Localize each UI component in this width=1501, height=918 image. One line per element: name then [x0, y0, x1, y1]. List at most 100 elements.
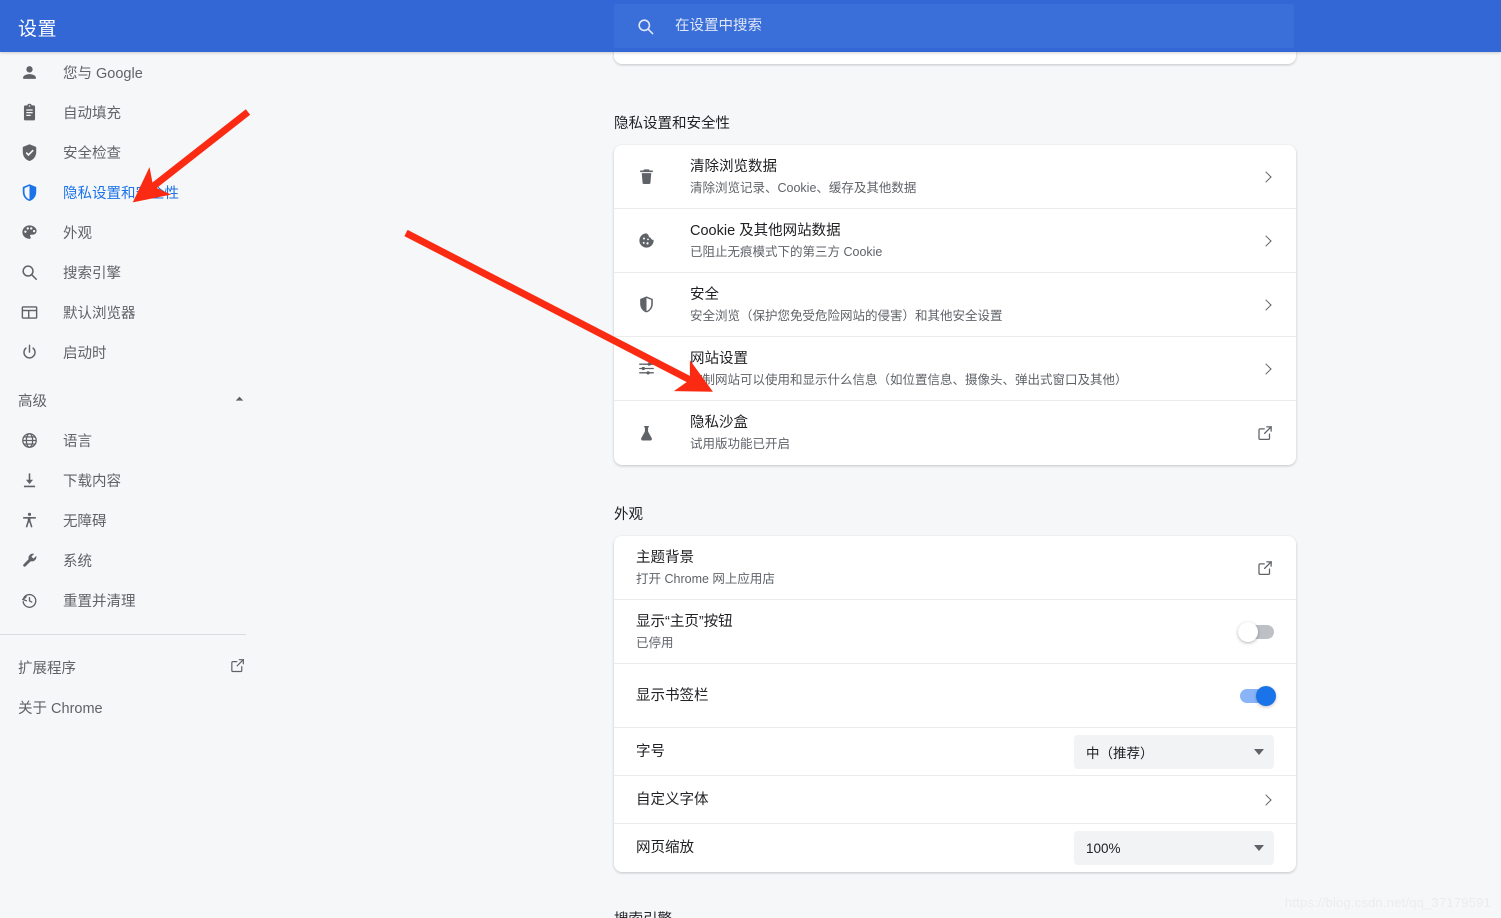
sidebar-item-label: 语言: [63, 430, 92, 451]
sidebar-item-label: 隐私设置和安全性: [63, 182, 179, 203]
palette-icon: [18, 221, 40, 243]
main-content: 隐私设置和安全性 清除浏览数据 清除浏览记录、Cookie、缓存及其他数据 Co…: [288, 52, 1501, 918]
row-text: Cookie 及其他网站数据 已阻止无痕模式下的第三方 Cookie: [690, 221, 1262, 261]
row-subtitle: 已停用: [636, 634, 1240, 652]
trash-icon: [634, 165, 658, 189]
row-title: 字号: [636, 744, 665, 760]
sidebar-item-label: 系统: [63, 550, 92, 571]
row-text: 主题背景 打开 Chrome 网上应用店: [634, 548, 1256, 588]
sidebar-item-you-and-google[interactable]: 您与 Google: [0, 52, 288, 92]
row-text: 隐私沙盒 试用版功能已开启: [690, 413, 1256, 453]
chevron-right-icon[interactable]: [1262, 173, 1274, 181]
chevron-right-icon[interactable]: [1262, 301, 1274, 309]
row-font-size[interactable]: 字号 中（推荐）: [614, 728, 1296, 776]
sidebar-item-privacy-and-security[interactable]: 隐私设置和安全性: [0, 172, 288, 212]
external-link-icon[interactable]: [229, 657, 246, 678]
row-site-settings[interactable]: 网站设置 控制网站可以使用和显示什么信息（如位置信息、摄像头、弹出式窗口及其他）: [614, 337, 1296, 401]
search-settings-box[interactable]: [614, 4, 1294, 48]
flask-icon: [634, 421, 658, 445]
row-customize-fonts[interactable]: 自定义字体: [614, 776, 1296, 824]
chevron-right-icon[interactable]: [1262, 365, 1274, 373]
row-theme[interactable]: 主题背景 打开 Chrome 网上应用店: [614, 536, 1296, 600]
toggle-show-home-button[interactable]: [1240, 625, 1274, 639]
external-link-icon[interactable]: [1256, 424, 1274, 442]
top-app-bar: 设置: [0, 0, 1501, 52]
chevron-right-icon[interactable]: [1262, 237, 1274, 245]
search-icon: [636, 17, 655, 36]
toggle-show-bookmarks-bar[interactable]: [1240, 689, 1274, 703]
shield-icon: [634, 293, 658, 317]
row-clear-browsing-data[interactable]: 清除浏览数据 清除浏览记录、Cookie、缓存及其他数据: [614, 145, 1296, 209]
chevron-up-icon: [233, 392, 246, 409]
watermark: https://blog.csdn.net/qq_37179591: [1285, 895, 1491, 910]
globe-icon: [18, 429, 40, 451]
sidebar-advanced-toggle[interactable]: 高级: [0, 380, 288, 420]
search-input[interactable]: [675, 18, 1294, 34]
sidebar-item-accessibility[interactable]: 无障碍: [0, 500, 288, 540]
accessibility-icon: [18, 509, 40, 531]
sidebar-item-languages[interactable]: 语言: [0, 420, 288, 460]
dropdown-font-size[interactable]: 中（推荐）: [1074, 735, 1274, 769]
sidebar-item-appearance[interactable]: 外观: [0, 212, 288, 252]
section-title-privacy: 隐私设置和安全性: [614, 112, 1501, 133]
row-title: 网站设置: [690, 351, 748, 367]
row-title: 清除浏览数据: [690, 159, 777, 175]
chevron-down-icon: [1254, 845, 1264, 851]
row-show-home-button[interactable]: 显示“主页”按钮 已停用: [614, 600, 1296, 664]
chevron-right-icon[interactable]: [1262, 796, 1274, 804]
row-text: 显示“主页”按钮 已停用: [634, 612, 1240, 652]
row-text: 自定义字体: [634, 790, 1262, 810]
sidebar-item-autofill[interactable]: 自动填充: [0, 92, 288, 132]
appearance-card: 主题背景 打开 Chrome 网上应用店 显示“主页”按钮 已停用: [614, 536, 1296, 872]
sidebar-advanced-label: 高级: [18, 390, 233, 411]
row-title: 主题背景: [636, 550, 694, 566]
external-link-icon[interactable]: [1256, 559, 1274, 577]
sidebar-item-label: 重置并清理: [63, 590, 136, 611]
sidebar-item-label: 搜索引擎: [63, 262, 121, 283]
search-icon: [18, 261, 40, 283]
row-show-bookmarks-bar[interactable]: 显示书签栏: [614, 664, 1296, 728]
row-title: 隐私沙盒: [690, 415, 748, 431]
wrench-icon: [18, 549, 40, 571]
sidebar-item-system[interactable]: 系统: [0, 540, 288, 580]
row-title: 网页缩放: [636, 840, 694, 856]
sidebar-item-label: 您与 Google: [63, 62, 143, 83]
row-subtitle: 打开 Chrome 网上应用店: [636, 570, 1256, 588]
row-title: Cookie 及其他网站数据: [690, 223, 841, 239]
cookie-icon: [634, 229, 658, 253]
row-security[interactable]: 安全 安全浏览（保护您免受危险网站的侵害）和其他安全设置: [614, 273, 1296, 337]
row-title: 显示“主页”按钮: [636, 614, 733, 630]
sidebar-item-label: 外观: [63, 222, 92, 243]
row-privacy-sandbox[interactable]: 隐私沙盒 试用版功能已开启: [614, 401, 1296, 465]
row-cookies-and-site-data[interactable]: Cookie 及其他网站数据 已阻止无痕模式下的第三方 Cookie: [614, 209, 1296, 273]
sidebar-item-downloads[interactable]: 下载内容: [0, 460, 288, 500]
sidebar-item-about-chrome[interactable]: 关于 Chrome: [0, 687, 288, 727]
row-text: 显示书签栏: [634, 686, 1240, 706]
row-page-zoom[interactable]: 网页缩放 100%: [614, 824, 1296, 872]
sidebar-item-label: 无障碍: [63, 510, 107, 531]
row-title: 自定义字体: [636, 792, 709, 808]
row-subtitle: 控制网站可以使用和显示什么信息（如位置信息、摄像头、弹出式窗口及其他）: [690, 371, 1262, 389]
row-text: 清除浏览数据 清除浏览记录、Cookie、缓存及其他数据: [690, 157, 1262, 197]
privacy-settings-card: 清除浏览数据 清除浏览记录、Cookie、缓存及其他数据 Cookie 及其他网…: [614, 145, 1296, 465]
row-text: 网站设置 控制网站可以使用和显示什么信息（如位置信息、摄像头、弹出式窗口及其他）: [690, 349, 1262, 389]
sidebar-item-extensions[interactable]: 扩展程序: [0, 647, 288, 687]
dropdown-page-zoom[interactable]: 100%: [1074, 831, 1274, 865]
page-title: 设置: [18, 14, 57, 41]
download-icon: [18, 469, 40, 491]
sidebar-item-safety-check[interactable]: 安全检查: [0, 132, 288, 172]
sidebar-item-reset-and-cleanup[interactable]: 重置并清理: [0, 580, 288, 620]
browser-window-icon: [18, 301, 40, 323]
row-text: 网页缩放: [634, 838, 1074, 858]
sidebar-item-default-browser[interactable]: 默认浏览器: [0, 292, 288, 332]
sidebar-item-on-startup[interactable]: 启动时: [0, 332, 288, 372]
sidebar-item-label: 关于 Chrome: [18, 697, 246, 718]
sidebar-item-label: 下载内容: [63, 470, 121, 491]
sidebar: 您与 Google 自动填充 安全检查 隐私设置和安全性 外观: [0, 52, 288, 918]
shield-privacy-icon: [18, 181, 40, 203]
dropdown-page-zoom-value: 100%: [1086, 841, 1254, 856]
sidebar-item-search-engine[interactable]: 搜索引擎: [0, 252, 288, 292]
row-subtitle: 安全浏览（保护您免受危险网站的侵害）和其他安全设置: [690, 307, 1262, 325]
sidebar-item-label: 启动时: [63, 342, 107, 363]
sidebar-item-label: 自动填充: [63, 102, 121, 123]
